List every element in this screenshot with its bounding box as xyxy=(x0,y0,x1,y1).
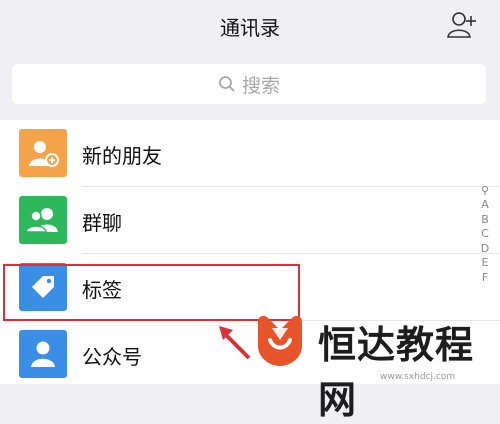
official-account-icon xyxy=(19,330,67,378)
index-letter[interactable]: A xyxy=(481,198,489,213)
official-accounts-label: 公众号 xyxy=(82,345,142,369)
index-letter[interactable]: C xyxy=(481,227,489,242)
header: 通讯录 xyxy=(0,0,500,52)
index-letter[interactable]: D xyxy=(481,242,489,257)
new-friend-icon xyxy=(19,129,67,177)
pointer-arrow-icon xyxy=(219,326,251,360)
page-title: 通讯录 xyxy=(220,16,280,40)
index-letter[interactable]: E xyxy=(482,256,489,271)
group-chat-icon xyxy=(19,196,67,244)
index-letter[interactable]: F xyxy=(482,271,488,286)
watermark-text: 恒达教程网 xyxy=(318,323,475,422)
list-item-group-chat[interactable]: 群聊 xyxy=(0,187,470,253)
new-friends-label: 新的朋友 xyxy=(82,144,162,168)
list-item-new-friends[interactable]: 新的朋友 xyxy=(0,120,470,186)
add-contact-icon[interactable] xyxy=(446,10,478,40)
index-bar[interactable]: ⚲ A B C D E F xyxy=(478,184,492,285)
index-search-icon[interactable]: ⚲ xyxy=(481,184,489,198)
watermark: 恒达教程网 www.sxhdcj.com xyxy=(250,304,500,422)
search-bar[interactable]: 搜索 xyxy=(12,64,486,104)
watermark-url: www.sxhdcj.com xyxy=(380,372,456,382)
group-chat-label: 群聊 xyxy=(82,211,122,235)
index-letter[interactable]: B xyxy=(481,213,489,228)
search-label: 搜索 xyxy=(241,74,280,97)
watermark-logo xyxy=(258,315,302,366)
search-icon xyxy=(219,76,235,92)
